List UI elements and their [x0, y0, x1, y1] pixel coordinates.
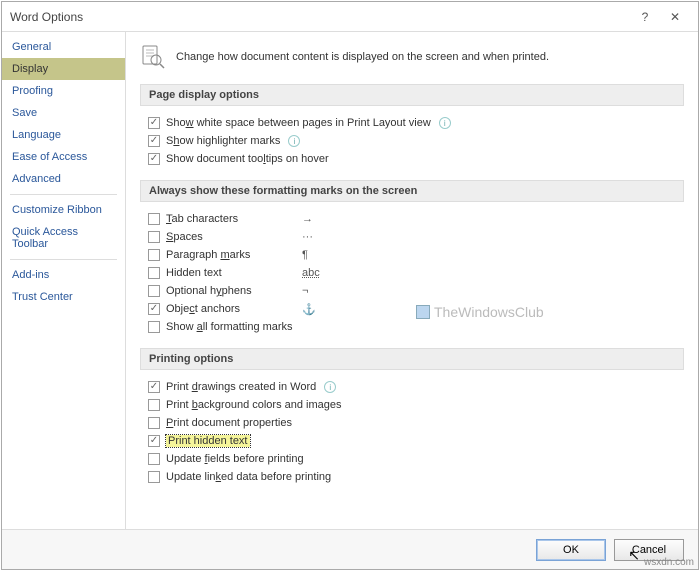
- option-label: Object anchors: [166, 303, 240, 315]
- section-formatting-marks: Always show these formatting marks on th…: [140, 180, 684, 202]
- checkbox[interactable]: [148, 417, 160, 429]
- sidebar-item-proofing[interactable]: Proofing: [2, 80, 125, 102]
- option-row: Print drawings created in Word i: [148, 378, 684, 396]
- option-label: Show document tooltips on hover: [166, 153, 329, 165]
- option-row: Update linked data before printing: [148, 468, 684, 486]
- sidebar-item-display[interactable]: Display: [2, 58, 125, 80]
- checkbox[interactable]: [148, 135, 160, 147]
- formatting-symbol: ¬: [302, 285, 308, 297]
- checkbox[interactable]: [148, 381, 160, 393]
- sidebar-item-save[interactable]: Save: [2, 102, 125, 124]
- option-label: Print drawings created in Word: [166, 381, 316, 393]
- option-label: Spaces: [166, 231, 203, 243]
- checkbox[interactable]: [148, 117, 160, 129]
- info-icon[interactable]: i: [439, 117, 451, 129]
- document-magnify-icon: [140, 44, 166, 70]
- formatting-symbol: ⚓: [302, 303, 316, 316]
- option-row: Show all formatting marks: [148, 318, 684, 336]
- cancel-button[interactable]: Cancel: [614, 539, 684, 561]
- footer: OK Cancel: [2, 529, 698, 569]
- section-printing-options: Printing options: [140, 348, 684, 370]
- option-label: Print background colors and images: [166, 399, 342, 411]
- sidebar-item-quick-access-toolbar[interactable]: Quick Access Toolbar: [2, 221, 125, 255]
- sidebar: General Display Proofing Save Language E…: [2, 32, 126, 529]
- option-row: Tab characters →: [148, 210, 684, 228]
- option-row: Spaces ···: [148, 228, 684, 246]
- sidebar-item-general[interactable]: General: [2, 36, 125, 58]
- checkbox[interactable]: [148, 399, 160, 411]
- sidebar-item-advanced[interactable]: Advanced: [2, 168, 125, 190]
- checkbox[interactable]: [148, 249, 160, 261]
- formatting-symbol: ···: [302, 231, 313, 243]
- option-row: Print background colors and images: [148, 396, 684, 414]
- checkbox[interactable]: [148, 321, 160, 333]
- option-label: Tab characters: [166, 213, 238, 225]
- section-page-display: Page display options: [140, 84, 684, 106]
- option-row: Show document tooltips on hover: [148, 150, 684, 168]
- option-label: Show all formatting marks: [166, 321, 293, 333]
- titlebar: Word Options ? ✕: [2, 2, 698, 32]
- formatting-symbol: abc: [302, 267, 320, 279]
- option-label: Update fields before printing: [166, 453, 304, 465]
- sidebar-item-customize-ribbon[interactable]: Customize Ribbon: [2, 199, 125, 221]
- option-label: Update linked data before printing: [166, 471, 331, 483]
- checkbox[interactable]: [148, 267, 160, 279]
- formatting-symbol: →: [302, 213, 313, 225]
- option-row: Print document properties: [148, 414, 684, 432]
- content-pane: Change how document content is displayed…: [126, 32, 698, 529]
- sidebar-item-add-ins[interactable]: Add-ins: [2, 264, 125, 286]
- option-label: Show white space between pages in Print …: [166, 117, 431, 129]
- option-row: Optional hyphens ¬: [148, 282, 684, 300]
- option-row: Paragraph marks ¶: [148, 246, 684, 264]
- checkbox[interactable]: [148, 285, 160, 297]
- option-row: Show white space between pages in Print …: [148, 114, 684, 132]
- checkbox[interactable]: [148, 453, 160, 465]
- option-row: Object anchors ⚓: [148, 300, 684, 318]
- info-icon[interactable]: i: [324, 381, 336, 393]
- formatting-symbol: ¶: [302, 249, 308, 261]
- option-label: Print document properties: [166, 417, 292, 429]
- option-label: Paragraph marks: [166, 249, 250, 261]
- checkbox[interactable]: [148, 435, 160, 447]
- option-label: Print hidden text: [166, 435, 250, 447]
- checkbox[interactable]: [148, 471, 160, 483]
- intro-text: Change how document content is displayed…: [176, 51, 549, 63]
- close-button[interactable]: ✕: [660, 10, 690, 24]
- sidebar-item-ease-of-access[interactable]: Ease of Access: [2, 146, 125, 168]
- option-label: Hidden text: [166, 267, 222, 279]
- checkbox[interactable]: [148, 213, 160, 225]
- sidebar-item-trust-center[interactable]: Trust Center: [2, 286, 125, 308]
- option-row: Print hidden text: [148, 432, 684, 450]
- dialog-title: Word Options: [10, 10, 630, 24]
- checkbox[interactable]: [148, 303, 160, 315]
- option-label: Show highlighter marks: [166, 135, 280, 147]
- option-row: Update fields before printing: [148, 450, 684, 468]
- checkbox[interactable]: [148, 231, 160, 243]
- intro: Change how document content is displayed…: [140, 44, 684, 70]
- option-row: Show highlighter marks i: [148, 132, 684, 150]
- word-options-dialog: Word Options ? ✕ General Display Proofin…: [1, 1, 699, 570]
- sidebar-item-language[interactable]: Language: [2, 124, 125, 146]
- option-label: Optional hyphens: [166, 285, 252, 297]
- option-row: Hidden text abc: [148, 264, 684, 282]
- ok-button[interactable]: OK: [536, 539, 606, 561]
- help-button[interactable]: ?: [630, 10, 660, 24]
- info-icon[interactable]: i: [288, 135, 300, 147]
- checkbox[interactable]: [148, 153, 160, 165]
